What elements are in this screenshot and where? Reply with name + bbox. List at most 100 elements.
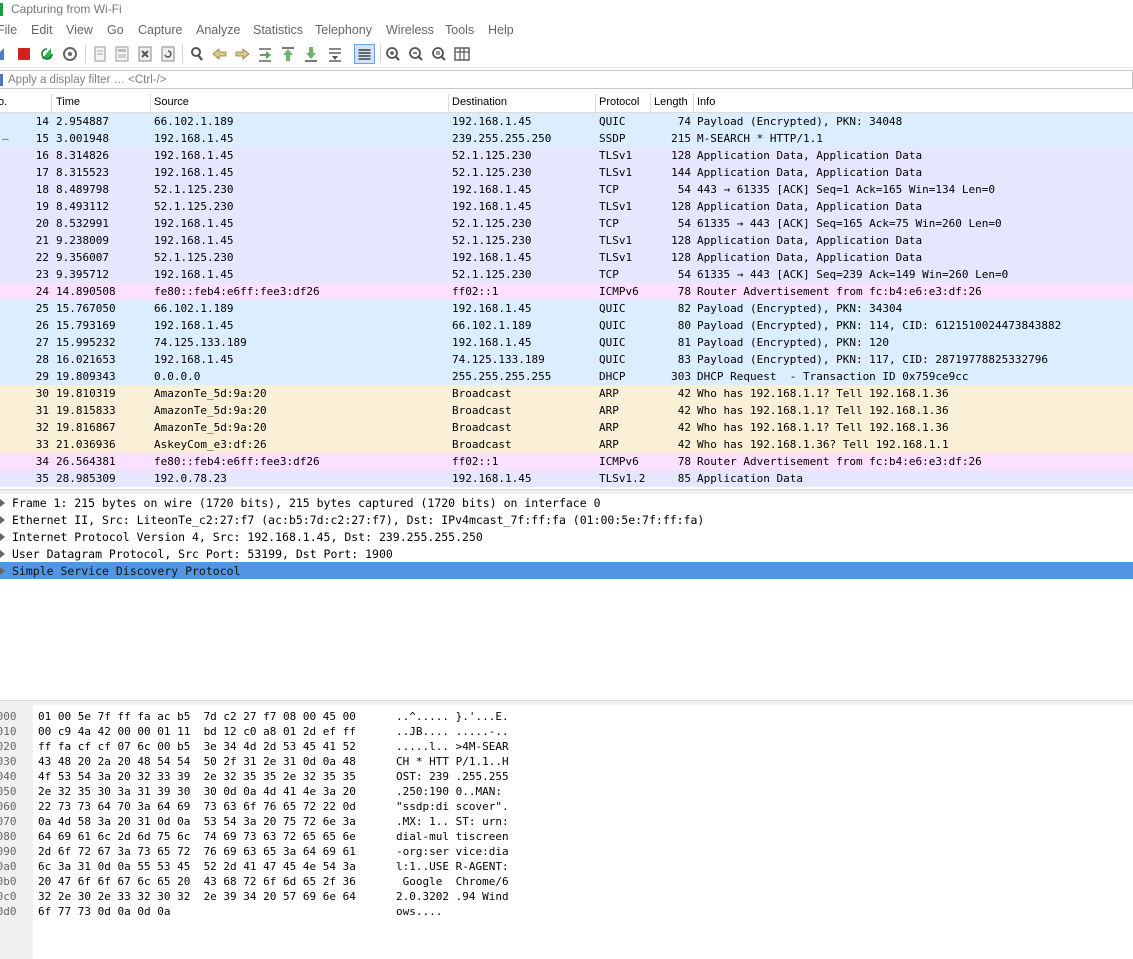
bytes-row[interactable]: 0000 01 00 5e 7f ff fa ac b5 7d c2 27 f7 … [0,708,1133,723]
menu-go[interactable]: Go [107,23,124,37]
expand-arrow-icon[interactable] [0,567,5,575]
detail-tree-item[interactable]: Simple Service Discovery Protocol [0,562,1133,579]
bytes-row[interactable]: 0040 4f 53 54 3a 20 32 33 39 2e 32 35 35 … [0,768,1133,783]
packet-row[interactable]: 28 16.021653 192.168.1.45 74.125.133.189 QUI… [0,351,1133,368]
column-header-no[interactable]: o. [0,96,7,108]
bytes-row[interactable]: 0090 2d 6f 72 67 3a 73 65 72 76 69 63 65 … [0,843,1133,858]
close-file-icon[interactable] [136,45,154,63]
packet-row[interactable]: 34 26.564381 fe80::feb4:e6ff:fee3:df26 ff02… [0,453,1133,470]
packet-row[interactable]: 18 8.489798 52.1.125.230 192.168.1.45 TCP 443… [0,181,1133,198]
first-packet-icon[interactable] [279,45,297,63]
detail-tree-item[interactable]: Internet Protocol Version 4, Src: 192.16… [0,528,1133,545]
resize-columns-icon[interactable] [453,45,471,63]
zoom-out-icon[interactable] [407,45,425,63]
menu-statistics[interactable]: Statistics [253,23,303,37]
menu-help[interactable]: Help [488,23,514,37]
find-packet-icon[interactable] [188,45,206,63]
expand-arrow-icon[interactable] [0,516,5,524]
go-back-icon[interactable] [211,45,229,63]
open-file-icon[interactable] [91,45,109,63]
column-header-info[interactable]: Info [697,96,715,108]
bytes-row[interactable]: 0070 0a 4d 58 3a 20 31 0d 0a 53 54 3a 20 … [0,813,1133,828]
packet-row[interactable]: 17 8.315523 192.168.1.45 52.1.125.230 TLSv1 A… [0,164,1133,181]
column-header-protocol[interactable]: Protocol [599,96,639,108]
bytes-row[interactable]: 0010 00 c9 4a 42 00 00 01 11 bd 12 c0 a8 … [0,723,1133,738]
restart-capture-icon[interactable] [38,45,56,63]
column-divider[interactable] [51,94,52,112]
menu-wireless[interactable]: Wireless [386,23,434,37]
bytes-row[interactable]: 0060 22 73 73 64 70 3a 64 69 73 63 6f 76 … [0,798,1133,813]
stop-capture-icon[interactable] [15,45,33,63]
packet-protocol: ARP [599,421,619,434]
packet-row[interactable]: 19 8.493112 52.1.125.230 192.168.1.45 TLSv1 A… [0,198,1133,215]
column-divider[interactable] [693,94,694,112]
last-packet-icon[interactable] [302,45,320,63]
menu-tools[interactable]: Tools [445,23,474,37]
column-header-source[interactable]: Source [154,96,189,108]
column-header-length[interactable]: Length [654,96,688,108]
bytes-row[interactable]: 00c0 32 2e 30 2e 33 32 30 32 2e 39 34 20 … [0,888,1133,903]
bytes-row[interactable]: 00d0 6f 77 73 0d 0a 0d 0a ows.... [0,903,1133,918]
column-header-destination[interactable]: Destination [452,96,507,108]
column-divider[interactable] [650,94,651,112]
normal-size-icon[interactable] [430,45,448,63]
go-to-packet-icon[interactable] [256,45,274,63]
packet-row[interactable]: 26 15.793169 192.168.1.45 66.102.1.189 QUIC P… [0,317,1133,334]
packet-row[interactable]: —15 3.001948 192.168.1.45 239.255.255.250 SS… [0,130,1133,147]
packet-number: 33 [35,438,49,451]
filter-bookmark-icon[interactable] [0,74,3,86]
menu-analyze[interactable]: Analyze [196,23,240,37]
reload-file-icon[interactable] [159,45,177,63]
column-header-time[interactable]: Time [56,96,80,108]
display-filter-input[interactable] [8,72,1108,87]
bytes-row[interactable]: 0030 43 48 20 2a 20 48 54 54 50 2f 31 2e … [0,753,1133,768]
detail-tree-item[interactable]: Frame 1: 215 bytes on wire (1720 bits), … [0,494,1133,511]
packet-info: Router Advertisement from fc:b4:e6:e3:df… [697,285,982,298]
packet-row[interactable]: 25 15.767050 66.102.1.189 192.168.1.45 QUIC P… [0,300,1133,317]
byte-hex: 6c 3a 31 0d 0a 55 53 45 52 2d 41 47 45 4… [38,860,356,873]
detail-tree-item[interactable]: Ethernet II, Src: LiteonTe_c2:27:f7 (ac:… [0,511,1133,528]
packet-row[interactable]: 21 9.238009 192.168.1.45 52.1.125.230 TLSv1 A… [0,232,1133,249]
packet-row[interactable]: 31 19.815833 AmazonTe_5d:9a:20 Broadcast ARP… [0,402,1133,419]
packet-row[interactable]: 20 8.532991 192.168.1.45 52.1.125.230 TCP 613… [0,215,1133,232]
packet-row[interactable]: 35 28.985309 192.0.78.23 192.168.1.45 TLSv1.… [0,470,1133,487]
save-file-icon[interactable] [113,45,131,63]
menu-file[interactable]: File [0,23,17,37]
menu-capture[interactable]: Capture [138,23,182,37]
capture-options-gear-icon[interactable] [61,45,79,63]
zoom-in-icon[interactable] [384,45,402,63]
packet-row[interactable]: 23 9.395712 192.168.1.45 52.1.125.230 TCP 613… [0,266,1133,283]
bytes-row[interactable]: 0080 64 69 61 6c 2d 6d 75 6c 74 69 73 63 … [0,828,1133,843]
expand-arrow-icon[interactable] [0,499,5,507]
go-forward-icon[interactable] [233,45,251,63]
packet-row[interactable]: 30 19.810319 AmazonTe_5d:9a:20 Broadcast ARP… [0,385,1133,402]
bytes-row[interactable]: 0050 2e 32 35 30 3a 31 39 30 30 0d 0a 4d … [0,783,1133,798]
detail-tree-item[interactable]: User Datagram Protocol, Src Port: 53199,… [0,545,1133,562]
packet-row[interactable]: 33 21.036936 AskeyCom_e3:df:26 Broadcast ARP… [0,436,1133,453]
packet-row[interactable]: 22 9.356007 52.1.125.230 192.168.1.45 TLSv1 A… [0,249,1133,266]
shark-fin-start-icon[interactable] [0,45,8,63]
packet-row[interactable]: 14 2.954887 66.102.1.189 192.168.1.45 QUIC Pa… [0,113,1133,130]
menu-view[interactable]: View [66,23,93,37]
bytes-row[interactable]: 00b0 20 47 6f 6f 67 6c 65 20 43 68 72 6f … [0,873,1133,888]
column-divider[interactable] [150,94,151,112]
expand-arrow-icon[interactable] [0,533,5,541]
bytes-row[interactable]: 0020 ff fa cf cf 07 6c 00 b5 3e 34 4d 2d … [0,738,1133,753]
packet-source: AmazonTe_5d:9a:20 [154,387,267,400]
menu-telephony[interactable]: Telephony [315,23,372,37]
column-divider[interactable] [448,94,449,112]
colorize-icon[interactable] [354,44,375,64]
packet-destination: 52.1.125.230 [452,149,532,162]
packet-row[interactable]: 32 19.816867 AmazonTe_5d:9a:20 Broadcast ARP… [0,419,1133,436]
column-divider[interactable] [595,94,596,112]
byte-ascii: OST: 239 .255.255 [396,770,509,783]
expand-arrow-icon[interactable] [0,550,5,558]
auto-scroll-icon[interactable] [326,45,344,63]
packet-row[interactable]: 29 19.809343 0.0.0.0 255.255.255.255 DHCP DHC… [0,368,1133,385]
packet-row[interactable]: 27 15.995232 74.125.133.189 192.168.1.45 QUI… [0,334,1133,351]
bytes-row[interactable]: 00a0 6c 3a 31 0d 0a 55 53 45 52 2d 41 47 … [0,858,1133,873]
menu-edit[interactable]: Edit [31,23,53,37]
packet-row[interactable]: 24 14.890508 fe80::feb4:e6ff:fee3:df26 ff02… [0,283,1133,300]
packet-source: fe80::feb4:e6ff:fee3:df26 [154,455,320,468]
packet-row[interactable]: 16 8.314826 192.168.1.45 52.1.125.230 TLSv1 A… [0,147,1133,164]
